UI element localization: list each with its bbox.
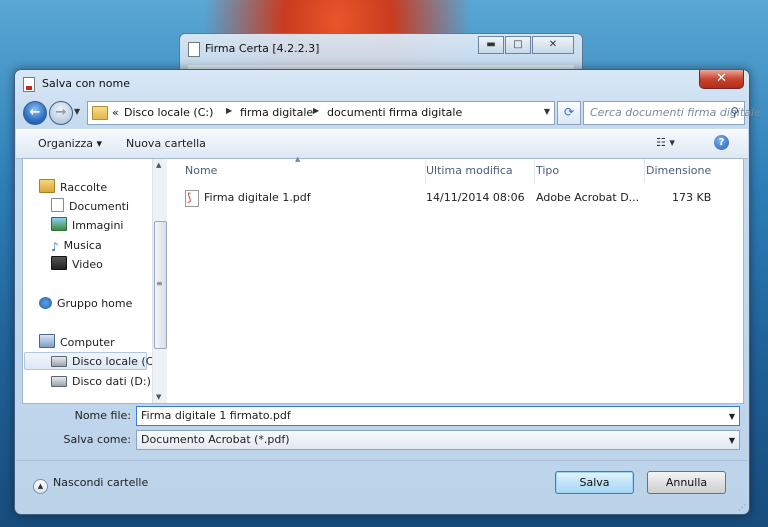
maximize-button[interactable]: □: [505, 36, 531, 54]
breadcrumb-documenti[interactable]: documenti firma digitale: [327, 106, 462, 119]
forward-button[interactable]: →: [49, 101, 73, 125]
chevron-down-icon[interactable]: ▼: [729, 436, 735, 445]
app-document-icon: [188, 42, 200, 57]
save-button[interactable]: Salva: [555, 471, 634, 494]
file-list: Nome ▲ Ultima modifica Tipo Dimensione F…: [167, 155, 743, 403]
filename-value: Firma digitale 1 firmato.pdf: [141, 409, 291, 422]
save-as-dialog: Salva con nome ✕ ← → ▼ « Disco locale (C…: [14, 69, 761, 515]
column-header-dimensione[interactable]: Dimensione: [646, 159, 726, 183]
drive-icon: [51, 356, 67, 367]
nav-item-musica[interactable]: ♪ Musica: [51, 237, 102, 255]
hide-folders-toggle[interactable]: ▲ Nascondi cartelle: [33, 476, 148, 494]
scroll-down-icon[interactable]: ▼: [156, 393, 161, 401]
browser-body: Raccolte Documenti Immagini ♪ Musica Vide…: [22, 155, 744, 404]
computer-icon: [39, 334, 55, 348]
file-type: Adobe Acrobat D...: [536, 191, 640, 204]
new-folder-button[interactable]: Nuova cartella: [126, 137, 206, 150]
footer-divider: [16, 460, 748, 461]
breadcrumb-separator-icon[interactable]: ▶: [226, 106, 232, 115]
nav-item-disco-locale-c[interactable]: Disco locale (C:): [24, 352, 161, 370]
scroll-up-icon[interactable]: ▲: [156, 161, 161, 169]
nav-item-raccolte[interactable]: Raccolte: [39, 179, 107, 197]
nav-item-documenti[interactable]: Documenti: [51, 198, 129, 216]
minimize-button[interactable]: ▬: [478, 36, 504, 54]
dialog-title: Salva con nome: [42, 77, 130, 90]
navigation-bar: ← → ▼ « Disco locale (C:) ▶ firma digita…: [21, 100, 761, 126]
resize-grip-icon[interactable]: ⋰: [738, 503, 746, 512]
column-header-tipo[interactable]: Tipo: [536, 159, 645, 183]
pdf-icon: [185, 190, 199, 207]
video-icon: [51, 256, 67, 270]
refresh-button[interactable]: ⟳: [557, 101, 581, 125]
nav-item-gruppo-home[interactable]: Gruppo home: [39, 295, 132, 313]
pictures-icon: [51, 217, 67, 231]
breadcrumb-firma-digitale[interactable]: firma digitale: [240, 106, 313, 119]
back-button[interactable]: ←: [23, 101, 47, 125]
organize-menu[interactable]: Organizza ▾: [38, 137, 102, 150]
address-dropdown-icon[interactable]: ▼: [544, 107, 550, 116]
column-header-nome[interactable]: Nome: [185, 159, 426, 183]
breadcrumb-root-marker[interactable]: «: [112, 106, 119, 119]
nav-item-disco-dati-d[interactable]: Disco dati (D:): [51, 373, 151, 391]
filetype-value: Documento Acrobat (*.pdf): [141, 433, 290, 446]
background-close-button[interactable]: ✕: [532, 36, 574, 54]
background-window-title: Firma Certa [4.2.2.3]: [205, 42, 320, 55]
breadcrumb-disk-c[interactable]: Disco locale (C:): [124, 106, 213, 119]
recent-pages-dropdown[interactable]: ▼: [74, 107, 80, 116]
sort-ascending-icon: ▲: [295, 155, 301, 163]
file-modified: 14/11/2014 08:06: [426, 191, 525, 204]
music-icon: ♪: [51, 240, 59, 254]
library-icon: [39, 179, 55, 193]
scroll-grip-icon: ≡: [156, 279, 163, 288]
file-size: 173 KB: [672, 191, 712, 204]
nav-item-video[interactable]: Video: [51, 256, 103, 274]
filename-field[interactable]: Firma digitale 1 firmato.pdf ▼: [136, 406, 740, 426]
drive-icon: [51, 376, 67, 387]
breadcrumb-separator-icon[interactable]: ▶: [313, 106, 319, 115]
pdf-app-icon: [23, 77, 35, 92]
dialog-titlebar[interactable]: Salva con nome ✕: [15, 70, 749, 96]
chevron-up-icon: ▲: [33, 479, 48, 494]
filename-label: Nome file:: [74, 409, 131, 422]
filetype-select[interactable]: Documento Acrobat (*.pdf) ▼: [136, 430, 740, 450]
folder-icon: [92, 106, 108, 120]
address-bar[interactable]: « Disco locale (C:) ▶ firma digitale ▶ d…: [87, 101, 555, 125]
homegroup-icon: [39, 297, 52, 309]
nav-item-immagini[interactable]: Immagini: [51, 217, 123, 235]
nav-item-computer[interactable]: Computer: [39, 334, 115, 352]
search-input[interactable]: Cerca documenti firma digitale ⚲: [583, 101, 761, 125]
navigation-pane: Raccolte Documenti Immagini ♪ Musica Vide…: [23, 159, 161, 403]
command-toolbar: Organizza ▾ Nuova cartella ☷ ▾ ?: [16, 129, 748, 159]
filetype-label: Salva come:: [63, 433, 132, 446]
help-icon[interactable]: ?: [714, 135, 729, 150]
navigation-scrollbar[interactable]: ▲ ≡ ▼: [152, 159, 167, 403]
search-icon[interactable]: ⚲: [730, 105, 739, 119]
documents-icon: [51, 198, 64, 212]
file-name[interactable]: Firma digitale 1.pdf: [204, 191, 311, 204]
chevron-down-icon[interactable]: ▼: [729, 412, 735, 421]
close-button[interactable]: ✕: [699, 70, 744, 89]
column-header-ultima-modifica[interactable]: Ultima modifica: [426, 159, 535, 183]
view-options-button[interactable]: ☷ ▾: [656, 136, 675, 149]
cancel-button[interactable]: Annulla: [647, 471, 726, 494]
